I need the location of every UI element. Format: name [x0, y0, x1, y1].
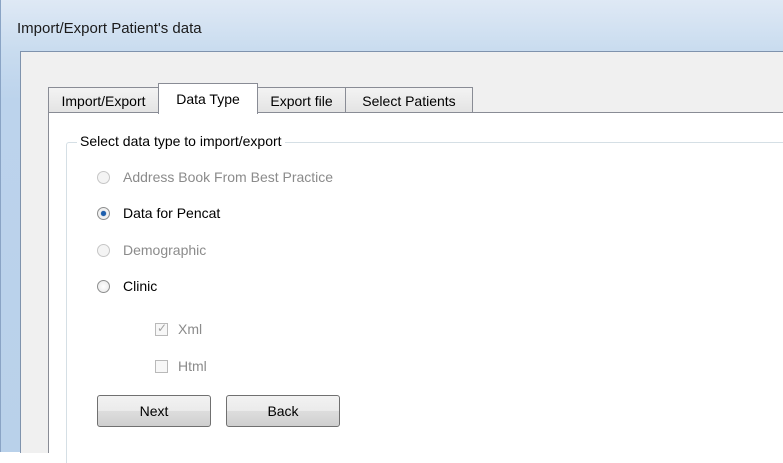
radio-clinic[interactable] — [97, 279, 110, 293]
tab-export-file[interactable]: Export file — [257, 87, 346, 113]
option-demographic[interactable]: Demographic — [97, 239, 206, 261]
checkbox-html[interactable] — [155, 359, 168, 373]
format-xml-label: Xml — [178, 321, 203, 337]
next-button[interactable]: Next — [97, 395, 211, 427]
window-title: Import/Export Patient's data — [17, 20, 202, 37]
check-mark-icon: ✓ — [157, 320, 168, 335]
tab-import-export[interactable]: Import/Export — [48, 87, 159, 113]
back-button[interactable]: Back — [226, 395, 340, 427]
format-xml[interactable]: ✓ Xml — [155, 318, 202, 340]
option-address-book-label: Address Book From Best Practice — [123, 169, 334, 185]
tab-select-patients[interactable]: Select Patients — [345, 87, 473, 113]
format-html[interactable]: Html — [155, 355, 207, 377]
tab-data-type[interactable]: Data Type — [158, 83, 258, 114]
window-frame: Import/Export Patient's data Import/Expo… — [0, 0, 783, 463]
option-clinic[interactable]: Clinic — [97, 275, 157, 297]
option-data-for-pencat[interactable]: Data for Pencat — [97, 202, 220, 224]
radio-demographic[interactable] — [97, 243, 110, 257]
option-demographic-label: Demographic — [123, 242, 207, 258]
dialog-client-area: Import/Export Data Type Export file Sele… — [20, 51, 783, 463]
radio-data-for-pencat[interactable] — [97, 206, 110, 220]
checkbox-xml[interactable]: ✓ — [155, 320, 168, 336]
group-legend: Select data type to import/export — [77, 133, 285, 149]
option-address-book[interactable]: Address Book From Best Practice — [97, 166, 333, 188]
radio-address-book[interactable] — [97, 170, 110, 184]
format-html-label: Html — [178, 358, 207, 374]
option-clinic-label: Clinic — [123, 278, 158, 294]
option-data-for-pencat-label: Data for Pencat — [123, 205, 221, 221]
title-bar[interactable]: Import/Export Patient's data — [1, 0, 783, 50]
